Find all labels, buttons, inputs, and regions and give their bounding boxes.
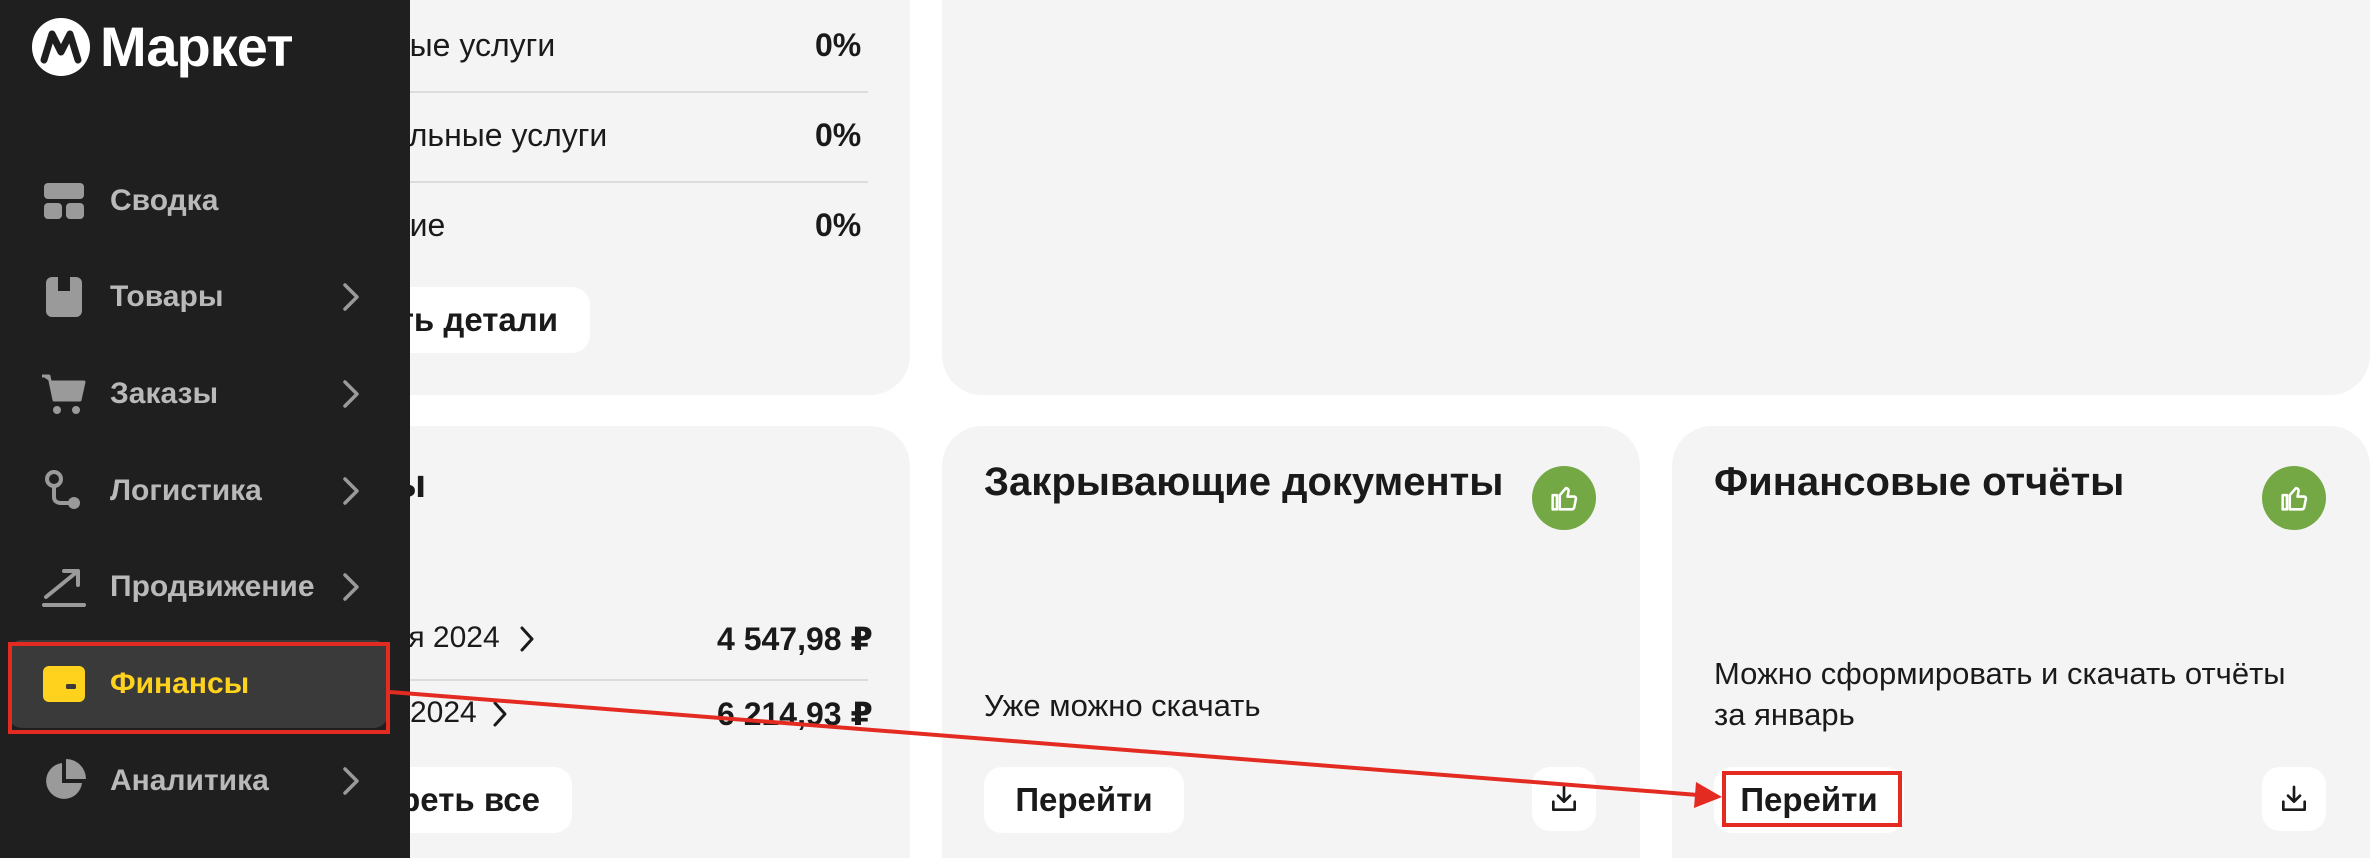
sidebar: Маркет Сводка Товары Заказы Логистика Пр… xyxy=(0,0,410,858)
thumbs-up-icon[interactable] xyxy=(2262,466,2326,530)
sidebar-item-analytics[interactable]: Аналитика xyxy=(0,737,410,825)
sidebar-item-logistics[interactable]: Логистика xyxy=(0,447,410,535)
sidebar-item-label: Аналитика xyxy=(110,764,269,797)
services-divider-2 xyxy=(392,181,868,183)
route-icon xyxy=(45,470,80,509)
chevron-right-icon xyxy=(343,477,359,505)
sidebar-item-label: Финансы xyxy=(110,667,250,700)
financial-reports-description-line-1: Можно сформировать и скачать отчёты xyxy=(1714,656,2286,691)
chevron-right-icon[interactable] xyxy=(490,699,510,729)
services-row-1-value: 0% xyxy=(815,27,862,63)
dashboard-icon xyxy=(44,183,84,219)
sidebar-item-label: Товары xyxy=(110,280,224,313)
wallet-icon xyxy=(43,666,85,702)
download-icon[interactable] xyxy=(1532,767,1596,831)
services-row-2-label: ельные услуги xyxy=(392,117,608,153)
chevron-right-icon xyxy=(343,767,359,795)
financial-reports-card: Финансовые отчёты Можно сформировать и с… xyxy=(1672,426,2370,858)
sidebar-item-summary[interactable]: Сводка xyxy=(0,157,410,245)
payments-divider xyxy=(392,679,868,681)
placeholder-card xyxy=(942,0,2370,395)
pie-chart-icon xyxy=(46,759,86,799)
cart-icon xyxy=(42,374,86,414)
closing-documents-title: Закрывающие документы xyxy=(984,460,1504,504)
sidebar-item-finance[interactable]: Финансы xyxy=(0,640,410,728)
sidebar-item-label: Заказы xyxy=(110,377,219,410)
chevron-right-icon xyxy=(343,283,359,311)
financial-reports-description-line-2: за январь xyxy=(1714,697,1855,732)
financial-reports-title: Финансовые отчёты xyxy=(1714,460,2125,504)
market-logo-text: Маркет xyxy=(100,15,294,78)
sidebar-item-orders[interactable]: Заказы xyxy=(0,350,410,438)
sidebar-item-label: Продвижение xyxy=(110,570,315,603)
chevron-right-icon xyxy=(343,380,359,408)
thumbs-up-icon[interactable] xyxy=(1532,466,1596,530)
sidebar-item-label: Сводка xyxy=(110,184,219,217)
services-divider-1 xyxy=(392,91,868,93)
sidebar-item-promotion[interactable]: Продвижение xyxy=(0,543,410,631)
sidebar-item-products[interactable]: Товары xyxy=(0,253,410,341)
closing-documents-card: Закрывающие документы Уже можно скачать … xyxy=(942,426,1640,858)
trend-up-icon xyxy=(42,569,86,607)
download-icon[interactable] xyxy=(2262,767,2326,831)
closing-documents-description: Уже можно скачать xyxy=(984,688,1261,723)
services-row-1-label: ные услуги xyxy=(392,27,556,63)
payment-row-2-value: 6 214,93 ₽ xyxy=(717,696,873,732)
sidebar-item-label: Логистика xyxy=(110,474,262,507)
payment-row-2-label: 2024 xyxy=(410,696,477,729)
box-icon xyxy=(46,277,82,317)
payment-row-1-value: 4 547,98 ₽ xyxy=(717,621,873,657)
financial-reports-go-button[interactable]: Перейти xyxy=(1714,767,1904,833)
closing-documents-go-button[interactable]: Перейти xyxy=(984,767,1184,833)
services-row-2-value: 0% xyxy=(815,117,862,153)
services-row-3-value: 0% xyxy=(815,207,862,243)
market-logo-icon xyxy=(32,17,90,76)
chevron-right-icon xyxy=(343,573,359,601)
market-logo[interactable]: Маркет xyxy=(30,14,294,79)
chevron-right-icon[interactable] xyxy=(517,624,537,654)
